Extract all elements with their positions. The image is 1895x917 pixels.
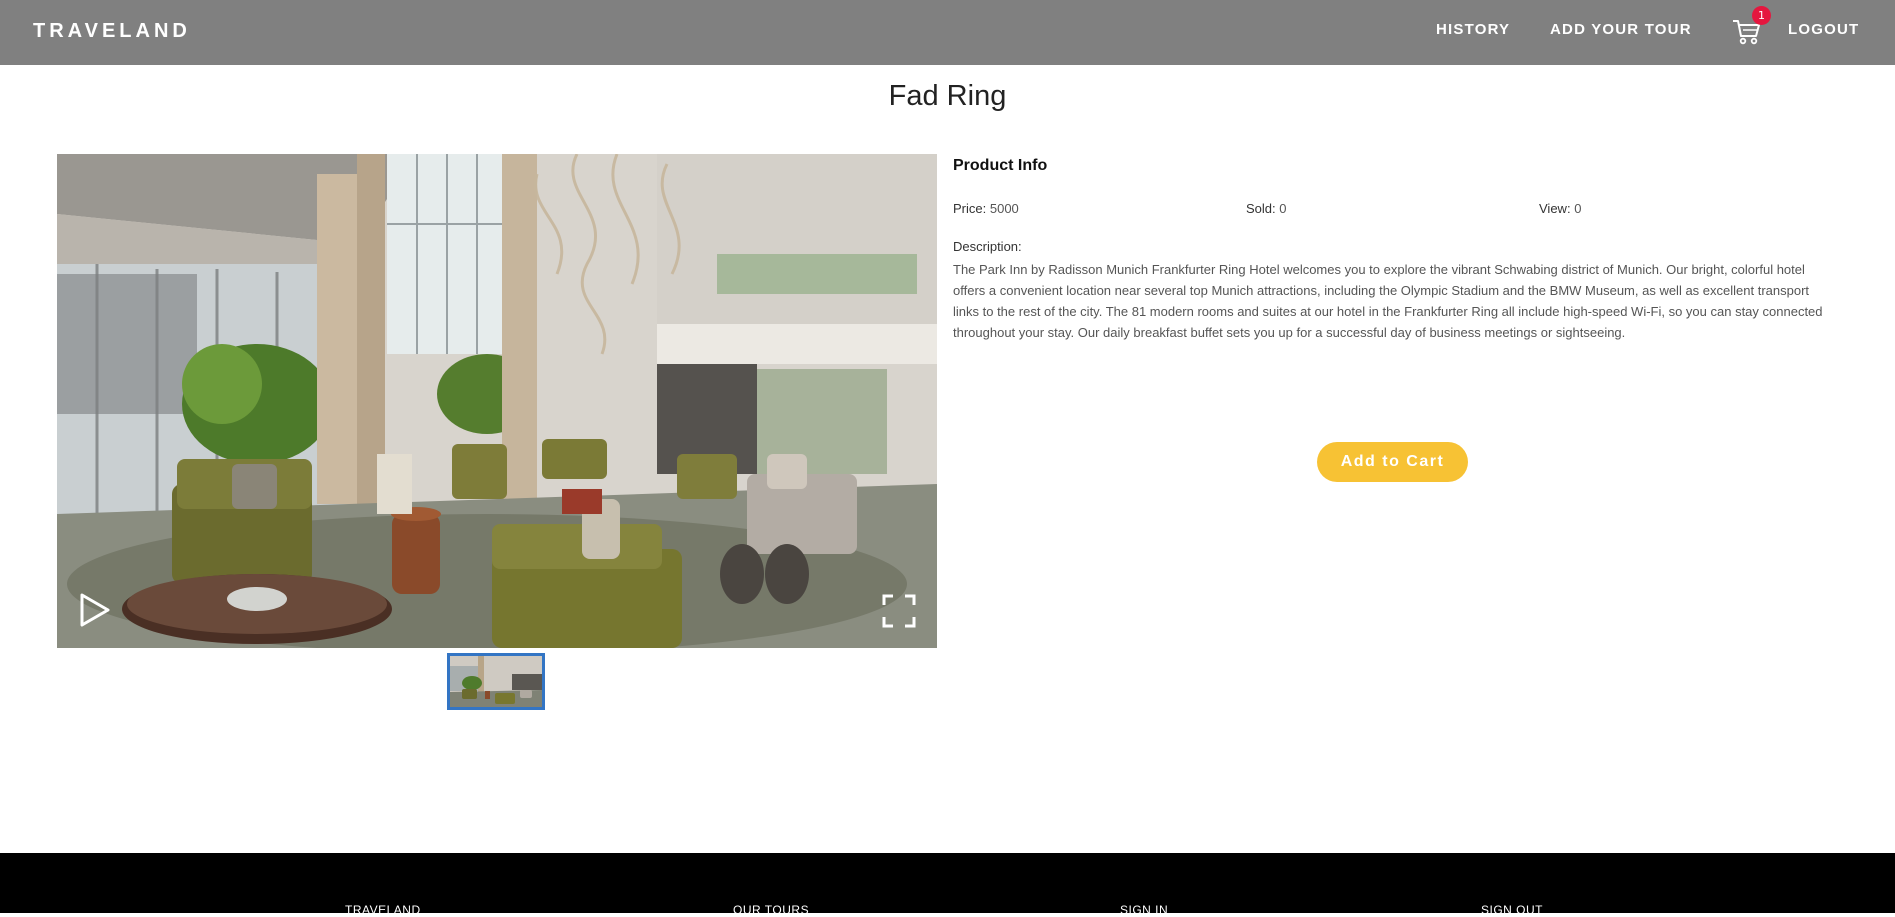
price-value: 5000 xyxy=(989,201,1019,216)
fullscreen-icon[interactable] xyxy=(882,594,916,628)
footer-sign-out[interactable]: SIGN OUT xyxy=(1481,903,1543,917)
view-label: View: xyxy=(1539,201,1571,216)
gallery-thumbnail[interactable] xyxy=(447,653,545,710)
thumbnail-photo xyxy=(450,656,542,707)
footer xyxy=(0,853,1895,913)
description-label: Description: xyxy=(953,239,1022,254)
price-info: Price: 5000 xyxy=(953,201,1019,216)
sold-info: Sold: 0 xyxy=(1246,201,1287,216)
view-value: 0 xyxy=(1574,201,1582,216)
product-main-image[interactable] xyxy=(57,154,937,648)
price-label: Price: xyxy=(953,201,987,216)
cart-count-badge: 1 xyxy=(1752,6,1771,25)
play-icon[interactable] xyxy=(79,592,111,628)
brand-logo[interactable]: TRAVELAND xyxy=(33,20,191,43)
page-title: Fad Ring xyxy=(888,80,1007,112)
footer-traveland[interactable]: TRAVELAND xyxy=(345,903,421,917)
product-info-heading: Product Info xyxy=(953,157,1048,174)
nav-logout[interactable]: LOGOUT xyxy=(1788,21,1859,38)
footer-our-tours[interactable]: OUR TOURS xyxy=(733,903,809,917)
view-info: View: 0 xyxy=(1539,201,1581,216)
hotel-lobby-photo xyxy=(57,154,937,648)
nav-history[interactable]: HISTORY xyxy=(1436,21,1510,38)
footer-sign-in[interactable]: SIGN IN xyxy=(1120,903,1168,917)
sold-label: Sold: xyxy=(1246,201,1276,216)
add-to-cart-button[interactable]: Add to Cart xyxy=(1317,442,1468,482)
description-text: The Park Inn by Radisson Munich Frankfur… xyxy=(953,262,1823,340)
top-navbar: TRAVELAND HISTORY ADD YOUR TOUR 1 LOGOUT xyxy=(0,0,1895,65)
nav-add-your-tour[interactable]: ADD YOUR TOUR xyxy=(1550,21,1692,38)
sold-value: 0 xyxy=(1279,201,1287,216)
